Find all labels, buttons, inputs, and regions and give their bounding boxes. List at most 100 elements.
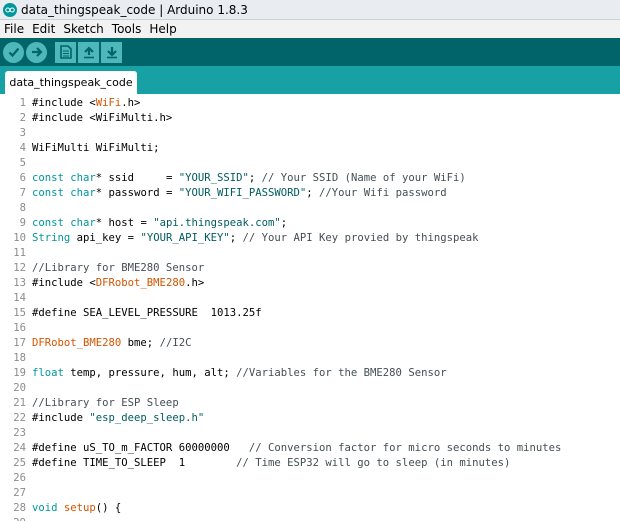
code-line[interactable]: 3 <box>0 126 620 141</box>
code-line[interactable]: 25 #define TIME_TO_SLEEP 1 // Time ESP32 … <box>0 456 620 471</box>
code-token: //Library for ESP Sleep <box>32 397 179 409</box>
code-line[interactable]: 11 <box>0 246 620 261</box>
code-token: // Your API Key provied by thingspeak <box>242 232 479 244</box>
open-icon <box>83 46 94 59</box>
code-token: const <box>32 217 64 229</box>
upload-button[interactable] <box>26 41 47 63</box>
menu-tools[interactable]: Tools <box>108 22 146 36</box>
code-token: //Variables for the BME280 Sensor <box>236 367 447 379</box>
code-line[interactable]: 18 <box>0 351 620 366</box>
line-number: 14 <box>13 292 26 304</box>
line-number: 20 <box>13 382 26 394</box>
verify-button[interactable] <box>3 41 24 63</box>
code-line[interactable]: 27 <box>0 486 620 501</box>
code-token: char <box>70 172 96 184</box>
code-token: void <box>32 502 58 514</box>
line-number: 7 <box>19 187 26 199</box>
line-number: 8 <box>19 202 26 214</box>
menu-sketch[interactable]: Sketch <box>59 22 107 36</box>
code-text: #define SEA_LEVEL_PRESSURE 1013.25f <box>32 306 262 321</box>
line-number: 23 <box>13 427 26 439</box>
line-number: 26 <box>13 472 26 484</box>
code-token: #include < <box>32 277 96 289</box>
code-text: const char* host = "api.thingspeak.com"; <box>32 216 287 231</box>
tab-sketch[interactable]: data_thingspeak_code <box>5 71 137 94</box>
code-line[interactable]: 28 void setup() { <box>0 501 620 516</box>
code-line[interactable]: 20 <box>0 381 620 396</box>
code-token: WiFiMulti WiFiMulti; <box>32 142 160 154</box>
save-button[interactable] <box>101 41 122 63</box>
code-token: char <box>70 217 96 229</box>
line-number: 2 <box>19 112 26 124</box>
code-token: api_key = <box>70 232 141 244</box>
menu-help[interactable]: Help <box>145 22 180 36</box>
code-token: DFRobot_BME280 <box>95 277 186 289</box>
code-token: //Your Wifi password <box>319 187 447 199</box>
code-line[interactable]: 13 #include <DFRobot_BME280.h> <box>0 276 620 291</box>
code-text: float temp, pressure, hum, alt; //Variab… <box>32 366 447 381</box>
code-token: // Time ESP32 will go to sleep (in minut… <box>236 457 511 469</box>
code-token: #define uS_TO_m_FACTOR 60000000 <box>32 442 249 454</box>
code-line[interactable]: 14 <box>0 291 620 306</box>
code-token: char <box>70 187 96 199</box>
title-bar: data_thingspeak_code | Arduino 1.8.3 <box>0 0 620 20</box>
code-line[interactable]: 23 <box>0 426 620 441</box>
code-line[interactable]: 2 #include <WiFiMulti.h> <box>0 111 620 126</box>
code-token: // Your SSID (Name of your WiFi) <box>261 172 466 184</box>
code-token: * ssid = <box>95 172 179 184</box>
code-line[interactable]: 6 const char* ssid = "YOUR_SSID"; // Your… <box>0 171 620 186</box>
code-token: // Conversion factor for micro seconds t… <box>248 442 562 454</box>
line-number: 28 <box>13 502 26 514</box>
menu-file[interactable]: File <box>0 22 28 36</box>
line-number: 13 <box>13 277 26 289</box>
code-text: void setup() { <box>32 501 121 516</box>
code-token: temp, pressure, hum, alt; <box>63 367 237 379</box>
line-number: 6 <box>19 172 26 184</box>
code-text: //Library for BME280 Sensor <box>32 261 204 276</box>
code-line[interactable]: 17 DFRobot_BME280 bme; //I2C <box>0 336 620 351</box>
code-line[interactable]: 4 WiFiMulti WiFiMulti; <box>0 141 620 156</box>
code-token: String <box>32 232 71 244</box>
code-token: .h> <box>121 97 141 109</box>
line-number: 5 <box>19 157 26 169</box>
code-line[interactable]: 10 String api_key = "YOUR_API_KEY"; // Yo… <box>0 231 620 246</box>
code-line[interactable]: 22 #include "esp_deep_sleep.h" <box>0 411 620 426</box>
code-line[interactable]: 24 #define uS_TO_m_FACTOR 60000000 // Con… <box>0 441 620 456</box>
new-button[interactable] <box>55 41 76 63</box>
code-line[interactable]: 15 #define SEA_LEVEL_PRESSURE 1013.25f <box>0 306 620 321</box>
code-line[interactable]: 9 const char* host = "api.thingspeak.com"… <box>0 216 620 231</box>
code-token: "api.thingspeak.com" <box>153 217 281 229</box>
code-line[interactable]: 8 <box>0 201 620 216</box>
code-line[interactable]: 7 const char* password = "YOUR_WIFI_PASSW… <box>0 186 620 201</box>
code-line[interactable]: 21 //Library for ESP Sleep <box>0 396 620 411</box>
code-text: const char* password = "YOUR_WIFI_PASSWO… <box>32 186 447 201</box>
code-line[interactable]: 12 //Library for BME280 Sensor <box>0 261 620 276</box>
code-text: #include <WiFi.h> <box>32 96 140 111</box>
line-number: 1 <box>19 97 26 109</box>
code-line[interactable]: 5 <box>0 156 620 171</box>
code-line[interactable]: 16 <box>0 321 620 336</box>
line-number: 16 <box>13 322 26 334</box>
code-token: #include < <box>32 97 96 109</box>
code-token: float <box>32 367 64 379</box>
code-token: bme; <box>121 337 160 349</box>
menu-edit[interactable]: Edit <box>28 22 59 36</box>
code-token: #include <box>32 412 90 424</box>
line-number: 29 <box>0 516 26 521</box>
code-line[interactable]: 29 <box>0 516 620 521</box>
open-button[interactable] <box>78 41 99 63</box>
code-text: #define TIME_TO_SLEEP 1 // Time ESP32 wi… <box>32 456 510 471</box>
code-token: * password = <box>95 187 179 199</box>
line-number: 22 <box>13 412 26 424</box>
code-token: #define SEA_LEVEL_PRESSURE 1013.25f <box>32 307 262 319</box>
code-token: //I2C <box>159 337 192 349</box>
code-text: #include <WiFiMulti.h> <box>32 111 172 126</box>
code-line[interactable]: 19 float temp, pressure, hum, alt; //Vari… <box>0 366 620 381</box>
line-number: 24 <box>13 442 26 454</box>
code-token: ; <box>306 187 320 199</box>
line-number: 12 <box>13 262 26 274</box>
code-line[interactable]: 26 <box>0 471 620 486</box>
code-editor[interactable]: 1 #include <WiFi.h> 2 #include <WiFiMulti.h… <box>0 94 620 521</box>
code-token: #define TIME_TO_SLEEP 1 <box>32 457 237 469</box>
code-line[interactable]: 1 #include <WiFi.h> <box>0 96 620 111</box>
